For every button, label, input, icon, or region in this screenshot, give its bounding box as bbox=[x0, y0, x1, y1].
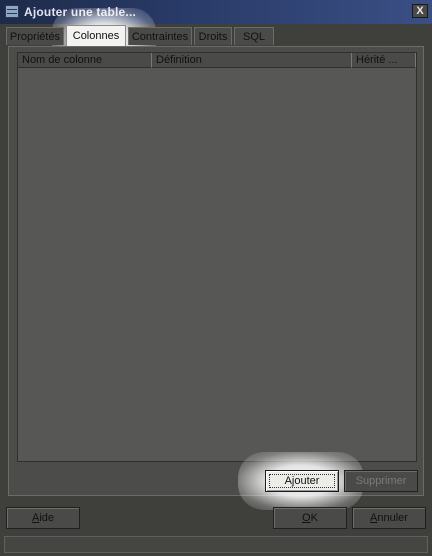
tab-sql[interactable]: SQL bbox=[234, 27, 274, 45]
ok-button[interactable]: OK bbox=[273, 507, 347, 529]
columns-list-header: Nom de colonne Définition Hérité ... bbox=[18, 53, 416, 68]
table-icon bbox=[5, 5, 19, 18]
cancel-button[interactable]: Annuler bbox=[352, 507, 426, 529]
remove-column-button[interactable]: Supprimer bbox=[344, 470, 418, 492]
tab-panel-colonnes: Nom de colonne Définition Hérité ... bbox=[8, 46, 424, 496]
status-bar bbox=[4, 536, 428, 553]
help-button[interactable]: Aide bbox=[6, 507, 80, 529]
tab-colonnes[interactable]: Colonnes bbox=[66, 25, 126, 46]
tab-proprietes[interactable]: Propriétés bbox=[6, 27, 64, 45]
close-button[interactable]: X bbox=[412, 4, 428, 18]
tab-contraintes[interactable]: Contraintes bbox=[128, 27, 192, 45]
column-header-definition[interactable]: Définition bbox=[152, 53, 352, 68]
add-column-button[interactable]: Ajouter bbox=[265, 470, 339, 492]
columns-list[interactable]: Nom de colonne Définition Hérité ... bbox=[17, 52, 417, 462]
column-header-herite[interactable]: Hérité ... bbox=[352, 53, 416, 68]
tab-droits[interactable]: Droits bbox=[194, 27, 232, 45]
column-header-nom[interactable]: Nom de colonne bbox=[18, 53, 152, 68]
